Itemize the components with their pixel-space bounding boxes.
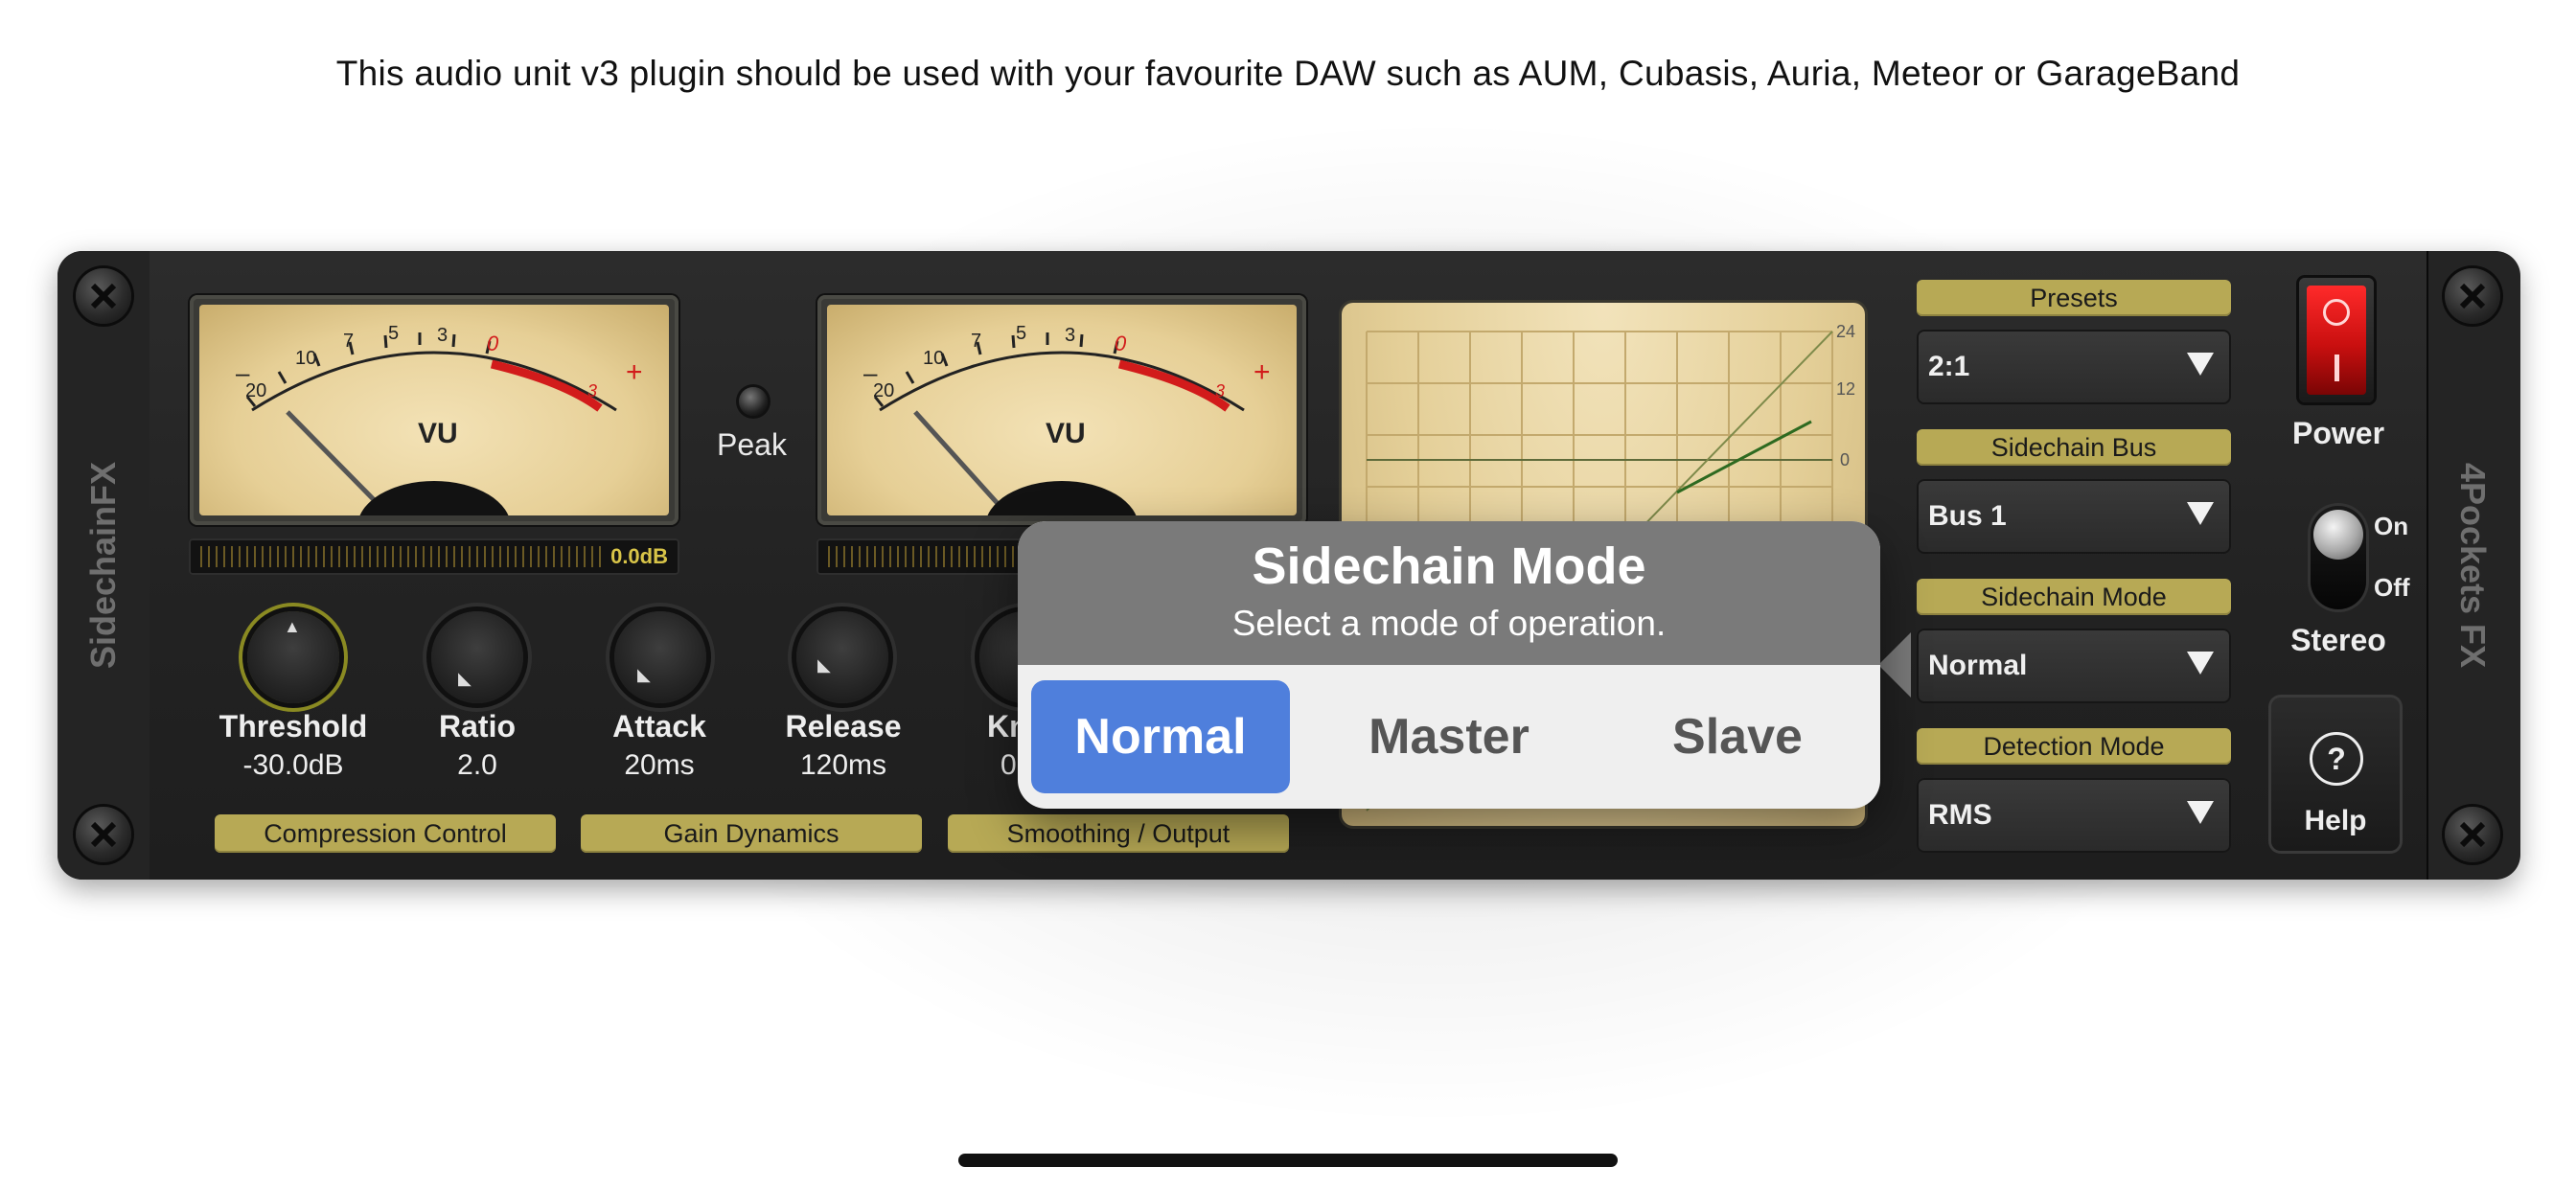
vu-scale-label: 7 bbox=[971, 331, 981, 352]
threshold-knob[interactable]: ▲ bbox=[247, 611, 339, 703]
screw-icon bbox=[2445, 807, 2500, 862]
screw-icon bbox=[2445, 268, 2500, 324]
description-text: This audio unit v3 plugin should be used… bbox=[335, 54, 2241, 93]
vu-scale-label: 3 bbox=[437, 325, 448, 346]
help-button[interactable]: ? Help bbox=[2271, 698, 2400, 851]
mode-option-normal[interactable]: Normal bbox=[1031, 680, 1290, 793]
plugin-name: SidechainFX bbox=[83, 461, 123, 670]
release-label: Release bbox=[785, 709, 902, 744]
power-label: Power bbox=[2291, 416, 2385, 450]
vu-scale-label: 7 bbox=[343, 331, 354, 352]
release-value: 120ms bbox=[799, 749, 887, 781]
power-button[interactable] bbox=[2299, 278, 2374, 402]
release-knob[interactable]: ◣ bbox=[796, 611, 888, 703]
dropdown-arrow-icon bbox=[2187, 353, 2214, 376]
popover-arrow bbox=[1878, 632, 1911, 698]
sidechain-bus-dropdown[interactable]: Bus 1 bbox=[1917, 479, 2231, 554]
sidechain-mode-label: Sidechain Mode bbox=[1917, 579, 2231, 615]
vu-meter-output: 20 10 7 5 3 0 3 – + VU bbox=[817, 295, 1306, 525]
dropdown-arrow-icon bbox=[2187, 502, 2214, 525]
vu-scale-label: 5 bbox=[388, 323, 399, 344]
detection-mode-value: RMS bbox=[1928, 799, 1992, 831]
threshold-label: Threshold bbox=[218, 709, 368, 744]
ratio-value: 2.0 bbox=[457, 749, 497, 781]
popover-subtitle: Select a mode of operation. bbox=[1231, 604, 1667, 643]
vu-meter-input: 20 10 7 5 3 0 3 – + VU bbox=[190, 295, 678, 525]
threshold-value: -30.0dB bbox=[242, 749, 344, 781]
graph-y-tick: 0 bbox=[1840, 450, 1850, 469]
peak-led bbox=[739, 387, 768, 416]
section-gain-dynamics: Gain Dynamics bbox=[581, 814, 922, 853]
ratio-label: Ratio bbox=[439, 709, 516, 744]
popover-title: Sidechain Mode bbox=[1252, 538, 1646, 595]
vu-scale-label: 5 bbox=[1016, 323, 1026, 344]
stereo-toggle[interactable] bbox=[2311, 506, 2366, 609]
vu-scale-label: 10 bbox=[295, 348, 316, 369]
vu-scale-label: 3 bbox=[1215, 381, 1225, 400]
section-smoothing-output: Smoothing / Output bbox=[948, 814, 1289, 853]
vu-scale-label: 3 bbox=[1065, 325, 1075, 346]
section-compression-control: Compression Control bbox=[215, 814, 556, 853]
attack-label: Attack bbox=[612, 709, 706, 744]
mode-option-master[interactable]: Master bbox=[1320, 680, 1578, 793]
vu-scale-label: 10 bbox=[923, 348, 944, 369]
detection-mode-dropdown[interactable]: RMS bbox=[1917, 778, 2231, 853]
stereo-on-label: On bbox=[2374, 512, 2409, 540]
help-label: Help bbox=[2304, 805, 2367, 836]
presets-label: Presets bbox=[1917, 280, 2231, 316]
dropdown-arrow-icon bbox=[2187, 652, 2214, 675]
peak-label: Peak bbox=[717, 427, 787, 462]
attack-value: 20ms bbox=[624, 749, 695, 781]
level-bar-input: 0.0dB bbox=[189, 538, 679, 575]
graph-y-tick: 12 bbox=[1836, 379, 1855, 399]
vu-title: VU bbox=[418, 418, 458, 449]
dropdown-arrow-icon bbox=[2187, 801, 2214, 824]
presets-dropdown[interactable]: 2:1 bbox=[1917, 330, 2231, 404]
sidechain-bus-value: Bus 1 bbox=[1928, 500, 2007, 532]
detection-mode-label: Detection Mode bbox=[1917, 728, 2231, 765]
vu-scale-label: 0 bbox=[1115, 332, 1127, 355]
graph-y-tick: 24 bbox=[1836, 322, 1855, 341]
vu-title: VU bbox=[1046, 418, 1086, 449]
screw-icon bbox=[76, 807, 131, 862]
vu-scale-label: 3 bbox=[587, 381, 597, 400]
presets-value: 2:1 bbox=[1928, 351, 1970, 382]
toggle-knob-icon bbox=[2313, 510, 2363, 560]
stereo-off-label: Off bbox=[2374, 573, 2410, 602]
vu-plus-label: + bbox=[626, 356, 643, 388]
sidechain-bus-label: Sidechain Bus bbox=[1917, 429, 2231, 466]
vu-minus-label: – bbox=[863, 358, 878, 387]
mode-option-slave[interactable]: Slave bbox=[1608, 680, 1867, 793]
power-switch-icon bbox=[2307, 286, 2366, 395]
vu-minus-label: – bbox=[236, 358, 250, 387]
sidechain-mode-dropdown[interactable]: Normal bbox=[1917, 629, 2231, 703]
sidechain-mode-popover: Sidechain Mode Select a mode of operatio… bbox=[1018, 521, 1880, 809]
level-readout: 0.0dB bbox=[610, 544, 668, 568]
help-icon: ? bbox=[2310, 732, 2363, 786]
vu-plus-label: + bbox=[1254, 356, 1271, 388]
screw-icon bbox=[76, 268, 131, 324]
brand-name: 4Pockets FX bbox=[2453, 462, 2493, 669]
home-indicator[interactable] bbox=[958, 1154, 1618, 1167]
popover-header: Sidechain Mode Select a mode of operatio… bbox=[1018, 521, 1880, 665]
stereo-label: Stereo bbox=[2290, 623, 2386, 657]
attack-knob[interactable]: ◣ bbox=[614, 611, 706, 703]
vu-scale-label: 0 bbox=[487, 332, 499, 355]
ratio-knob[interactable]: ◣ bbox=[431, 611, 523, 703]
sidechain-mode-value: Normal bbox=[1928, 650, 2028, 681]
